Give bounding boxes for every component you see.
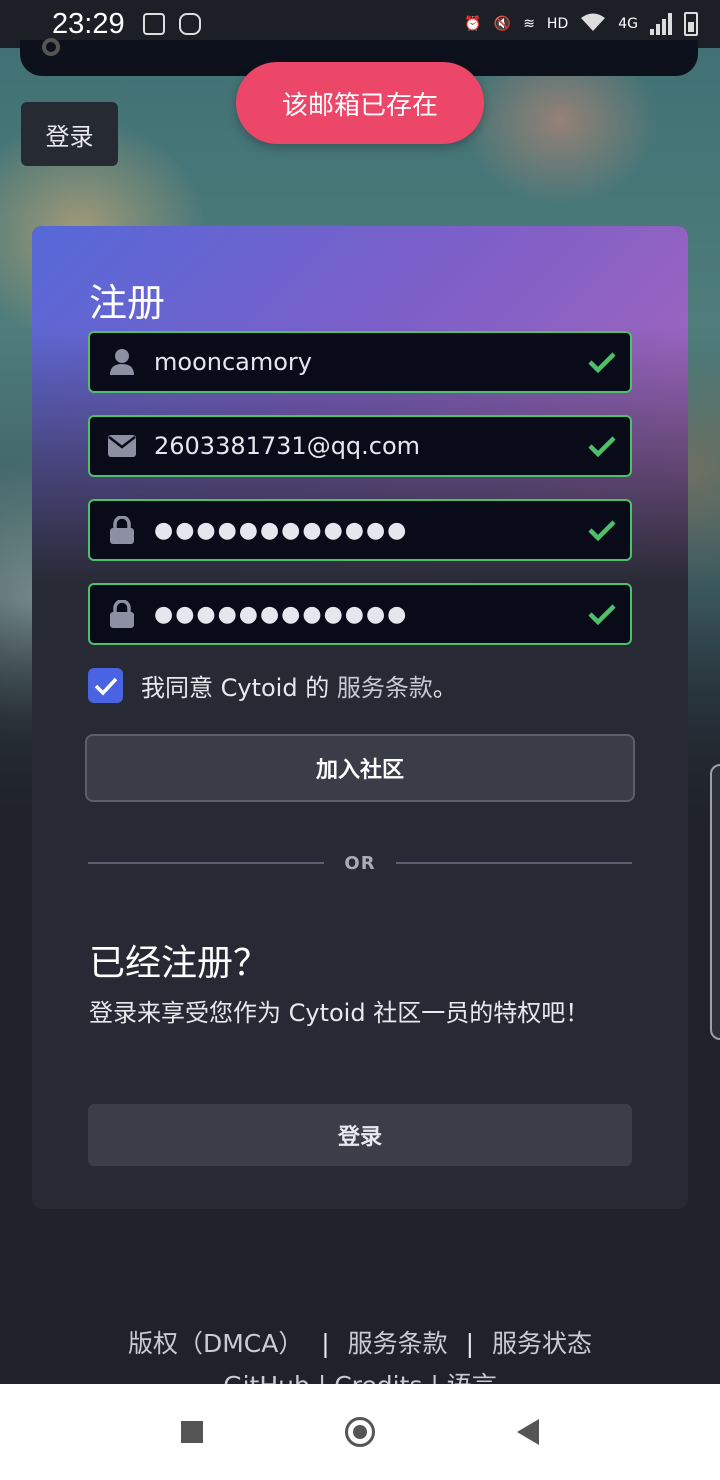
- lock-icon: [90, 501, 154, 559]
- top-login-button[interactable]: 登录: [21, 102, 118, 166]
- hd-label: HD: [546, 16, 569, 32]
- footer-link-status[interactable]: 服务状态: [492, 1329, 592, 1358]
- signal-icon: [650, 13, 672, 35]
- cell-label: 4G: [618, 16, 638, 32]
- lock-icon: [90, 585, 154, 643]
- email-value: 2603381731@qq.com: [154, 432, 421, 460]
- username-value: mooncamory: [154, 348, 312, 376]
- divider-line: [395, 862, 633, 864]
- terms-of-service-link[interactable]: 服务条款: [337, 674, 433, 702]
- check-icon: [574, 519, 630, 541]
- side-drawer-handle[interactable]: [710, 764, 720, 1040]
- already-registered-desc: 登录来享受您作为 Cytoid 社区一员的特权吧！: [89, 999, 590, 1027]
- or-text: OR: [344, 852, 376, 874]
- login-button[interactable]: 登录: [88, 1104, 632, 1166]
- envelope-icon: [90, 417, 154, 475]
- register-card: 注册 mooncamory 2603381731@qq.com ●●●●●●●●…: [32, 226, 688, 1209]
- agree-suffix: 。: [432, 674, 457, 702]
- check-icon: [574, 351, 630, 373]
- agree-text: 我同意 Cytoid 的 服务条款。: [141, 668, 457, 703]
- vibrate-icon: ≋: [523, 16, 535, 32]
- confirm-password-value: ●●●●●●●●●●●●: [154, 601, 409, 627]
- join-community-button[interactable]: 加入社区: [85, 734, 635, 802]
- mute-icon: 🔇: [493, 16, 512, 32]
- app-notification-icon: [178, 13, 201, 35]
- password-field[interactable]: ●●●●●●●●●●●●: [88, 499, 632, 561]
- check-icon: [574, 435, 630, 457]
- check-icon: [574, 603, 630, 625]
- footer-link-dmca[interactable]: 版权（DMCA）: [128, 1329, 303, 1358]
- footer-separator: |: [465, 1329, 475, 1358]
- already-registered-title: 已经注册？: [89, 943, 270, 984]
- recents-icon[interactable]: [181, 1421, 203, 1443]
- agree-prefix: 我同意 Cytoid 的: [141, 674, 330, 702]
- email-field[interactable]: 2603381731@qq.com: [88, 415, 632, 477]
- divider-line: [88, 862, 325, 864]
- user-icon: [90, 333, 154, 391]
- password-value: ●●●●●●●●●●●●: [154, 517, 409, 543]
- username-field[interactable]: mooncamory: [88, 331, 632, 393]
- agree-checkbox[interactable]: [88, 668, 123, 703]
- agree-terms-row: 我同意 Cytoid 的 服务条款。: [88, 668, 457, 703]
- error-toast: 该邮箱已存在: [236, 62, 484, 144]
- register-title: 注册: [89, 281, 166, 325]
- status-time: 23:29: [52, 7, 125, 40]
- home-icon[interactable]: [345, 1417, 375, 1447]
- back-icon[interactable]: [517, 1419, 539, 1445]
- footer-separator: |: [321, 1329, 330, 1358]
- search-icon: [42, 38, 60, 56]
- battery-icon: [684, 12, 698, 36]
- image-notification-icon: [142, 13, 165, 35]
- footer-link-terms[interactable]: 服务条款: [348, 1329, 448, 1358]
- footer-links: 版权（DMCA） | 服务条款 | 服务状态: [0, 1322, 720, 1366]
- wifi-icon: [580, 12, 606, 36]
- confirm-password-field[interactable]: ●●●●●●●●●●●●: [88, 583, 632, 645]
- or-divider: OR: [88, 848, 633, 878]
- android-nav-bar: [0, 1384, 720, 1480]
- alarm-icon: ⏰: [464, 16, 482, 32]
